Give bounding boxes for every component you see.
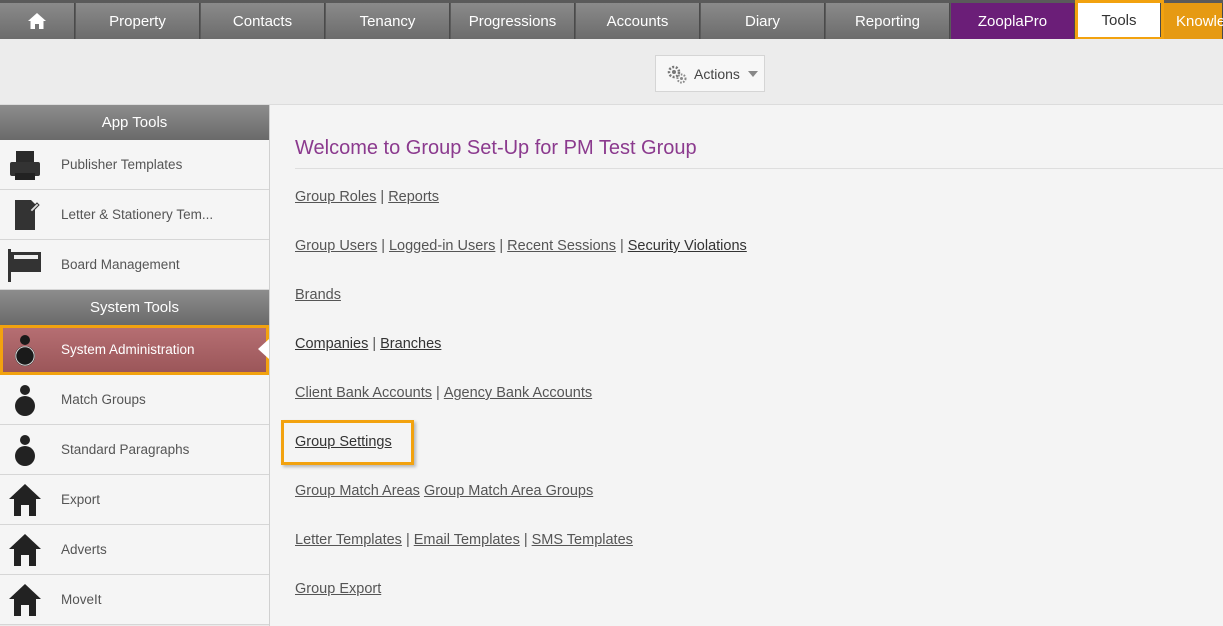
link-group-export[interactable]: Group Export: [295, 581, 381, 597]
sidebar-item-system-administration[interactable]: System Administration: [0, 325, 269, 375]
row-match-areas: Group Match Areas Group Match Area Group…: [295, 483, 593, 499]
tab-reporting[interactable]: Reporting: [826, 3, 950, 39]
system-tools-header: System Tools: [0, 290, 269, 325]
sidebar-item-label: Match Groups: [61, 392, 146, 407]
tab-knowledge[interactable]: Knowle: [1164, 3, 1223, 39]
link-sms-templates[interactable]: SMS Templates: [532, 532, 633, 548]
page-title: Welcome to Group Set-Up for PM Test Grou…: [295, 137, 697, 159]
document-edit-icon: [15, 200, 40, 230]
sidebar-item-moveit[interactable]: MoveIt: [0, 575, 269, 625]
row-roles-reports: Group Roles | Reports: [295, 189, 439, 205]
main-content: Welcome to Group Set-Up for PM Test Grou…: [270, 105, 1223, 626]
row-companies: Companies | Branches: [295, 336, 441, 352]
link-group-match-areas[interactable]: Group Match Areas: [295, 483, 420, 499]
sidebar-item-label: System Administration: [61, 342, 195, 357]
board-icon: [8, 249, 41, 282]
link-security-violations[interactable]: Security Violations: [628, 238, 747, 254]
link-group-match-area-groups[interactable]: Group Match Area Groups: [424, 483, 593, 499]
house-icon: [9, 534, 41, 566]
separator: |: [405, 532, 410, 548]
sidebar-item-label: Export: [61, 492, 101, 507]
tab-zooplapro[interactable]: ZooplaPro: [951, 3, 1075, 39]
sidebar-item-label: Letter & Stationery Tem...: [61, 207, 214, 222]
tab-diary[interactable]: Diary: [701, 3, 825, 39]
separator: |: [499, 238, 504, 254]
top-navigation: Property Contacts Tenancy Progressions A…: [0, 0, 1223, 40]
link-logged-in-users[interactable]: Logged-in Users: [389, 238, 495, 254]
actions-button[interactable]: Actions: [655, 55, 765, 92]
link-agency-bank-accounts[interactable]: Agency Bank Accounts: [444, 385, 592, 401]
person-icon: [15, 435, 35, 466]
sidebar-item-letter-stationery[interactable]: Letter & Stationery Tem...: [0, 190, 269, 240]
link-recent-sessions[interactable]: Recent Sessions: [507, 238, 616, 254]
row-brands: Brands: [295, 287, 341, 303]
link-group-settings[interactable]: Group Settings: [295, 434, 392, 450]
link-letter-templates[interactable]: Letter Templates: [295, 532, 402, 548]
sidebar-item-label: Standard Paragraphs: [61, 442, 190, 457]
link-brands[interactable]: Brands: [295, 287, 341, 303]
house-icon: [9, 584, 41, 616]
row-templates: Letter Templates | Email Templates | SMS Tem…: [295, 532, 633, 548]
row-group-settings: Group Settings: [295, 434, 392, 450]
title-divider: [295, 168, 1223, 169]
sidebar-item-adverts[interactable]: Adverts: [0, 525, 269, 575]
sidebar-item-label: Board Management: [61, 257, 180, 272]
row-group-export: Group Export: [295, 581, 381, 597]
person-icon: [15, 385, 35, 416]
actions-label: Actions: [694, 65, 740, 82]
tab-progressions[interactable]: Progressions: [451, 3, 575, 39]
sidebar-item-match-groups[interactable]: Match Groups: [0, 375, 269, 425]
link-branches[interactable]: Branches: [380, 336, 441, 352]
sidebar: App Tools Publisher Templates Letter & S…: [0, 105, 270, 626]
separator: |: [380, 189, 385, 205]
sidebar-item-label: Publisher Templates: [61, 157, 183, 172]
sidebar-item-standard-paragraphs[interactable]: Standard Paragraphs: [0, 425, 269, 475]
separator: |: [523, 532, 528, 548]
separator: |: [381, 238, 385, 254]
tab-tenancy[interactable]: Tenancy: [326, 3, 450, 39]
home-icon: [28, 13, 46, 29]
link-group-users[interactable]: Group Users: [295, 238, 377, 254]
link-email-templates[interactable]: Email Templates: [414, 532, 520, 548]
house-icon: [9, 484, 41, 516]
person-icon: [15, 335, 35, 366]
separator: |: [436, 385, 440, 401]
tab-accounts[interactable]: Accounts: [576, 3, 700, 39]
app-tools-header: App Tools: [0, 105, 269, 140]
tab-property[interactable]: Property: [76, 3, 200, 39]
gears-icon: [667, 65, 687, 83]
sidebar-item-label: MoveIt: [61, 592, 102, 607]
active-pointer: [258, 339, 269, 359]
separator: |: [619, 238, 624, 254]
sidebar-item-label: Adverts: [61, 542, 107, 557]
tab-contacts[interactable]: Contacts: [201, 3, 325, 39]
link-reports[interactable]: Reports: [388, 189, 439, 205]
row-users: Group Users | Logged-in Users | Recent Sessi…: [295, 238, 747, 254]
action-bar: Actions: [0, 39, 1223, 105]
row-bank-accounts: Client Bank Accounts | Agency Bank Account…: [295, 385, 592, 401]
separator: |: [372, 336, 377, 352]
link-companies[interactable]: Companies: [295, 336, 368, 352]
chevron-down-icon: [747, 70, 758, 77]
tab-tools[interactable]: Tools: [1075, 0, 1164, 40]
printer-icon: [10, 151, 40, 180]
link-client-bank-accounts[interactable]: Client Bank Accounts: [295, 385, 432, 401]
tab-home[interactable]: [0, 3, 75, 39]
sidebar-item-publisher-templates[interactable]: Publisher Templates: [0, 140, 269, 190]
sidebar-item-board-management[interactable]: Board Management: [0, 240, 269, 290]
sidebar-item-export[interactable]: Export: [0, 475, 269, 525]
link-group-roles[interactable]: Group Roles: [295, 189, 376, 205]
